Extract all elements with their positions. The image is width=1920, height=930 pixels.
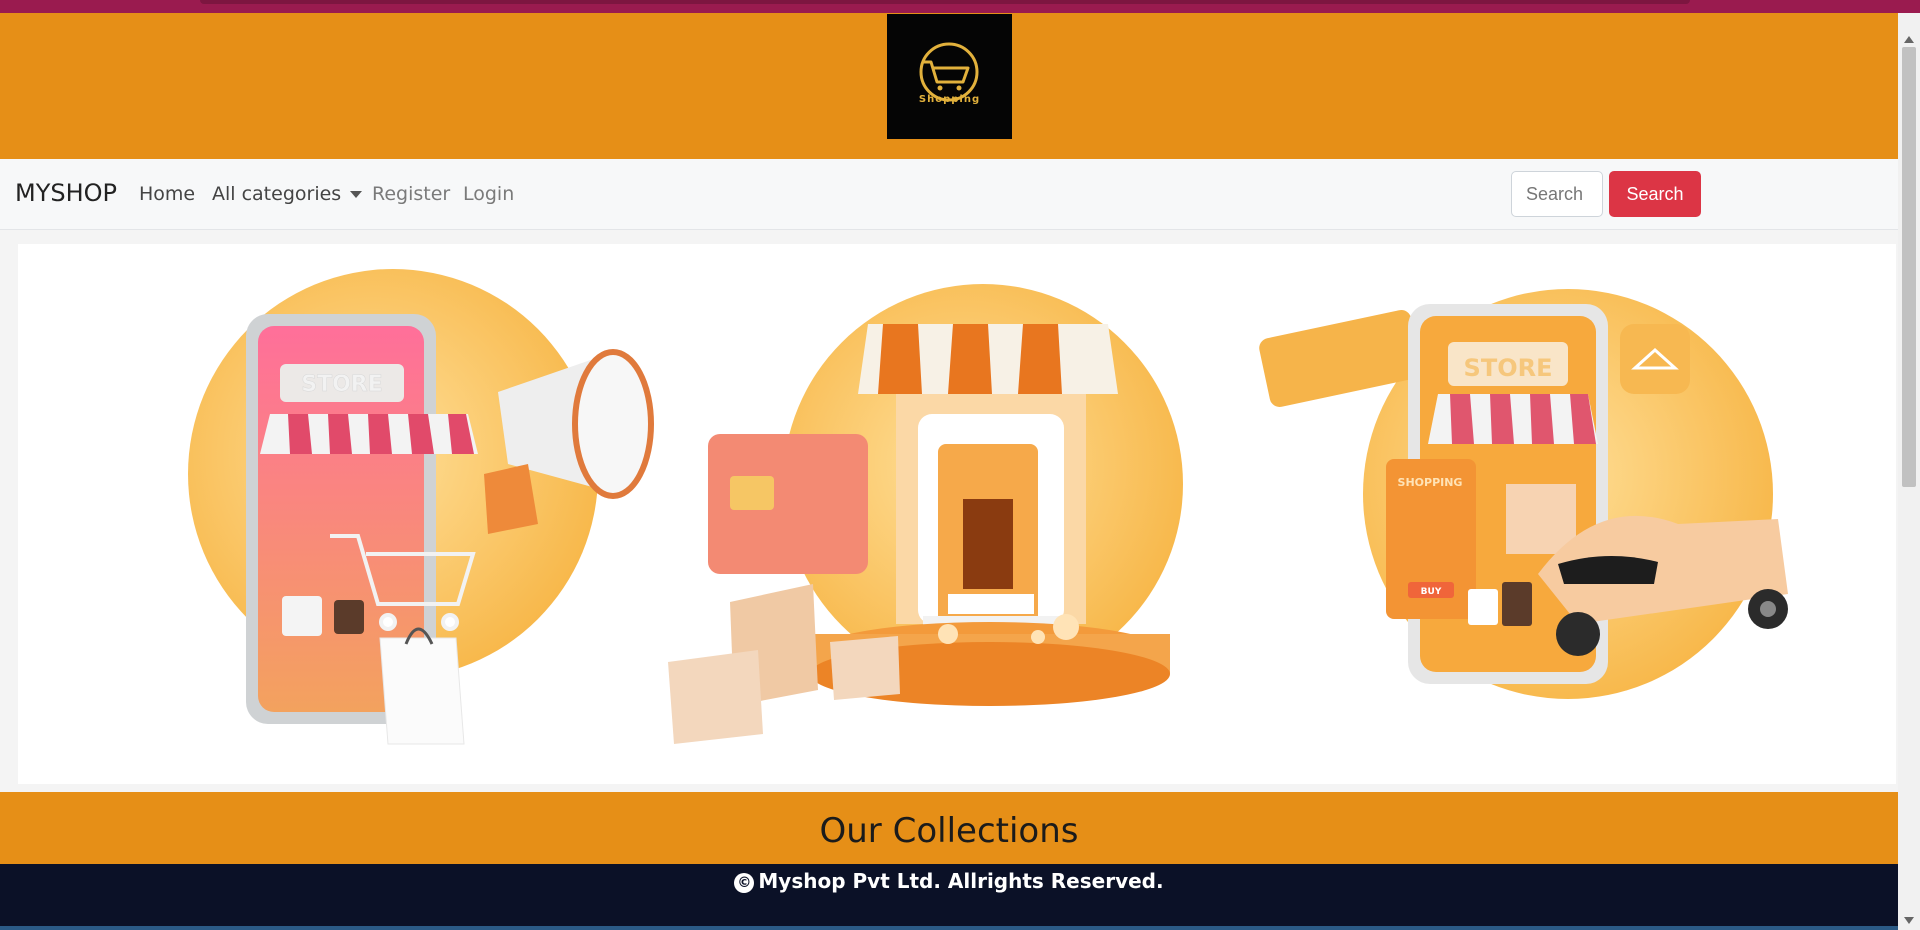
vertical-scrollbar[interactable] [1898, 13, 1920, 930]
scroll-down-icon[interactable] [1904, 917, 1914, 924]
search-input[interactable] [1511, 171, 1603, 217]
header-banner: Shopping [0, 13, 1898, 159]
nav-register[interactable]: Register [372, 183, 450, 205]
hanger-badge [1620, 324, 1690, 394]
nav-all-categories-label: All categories [212, 183, 342, 205]
carousel-frame: STORE STORE SHOPPING BUY [18, 244, 1896, 784]
navbar: MYSHOP Home All categories Register Logi… [0, 159, 1898, 230]
shopping-cart-icon [919, 42, 979, 102]
browser-top-strip [0, 0, 1920, 13]
brand-link[interactable]: MYSHOP [15, 179, 117, 207]
parcel-graphic [1506, 484, 1576, 554]
footer-copyright: © Myshop Pvt Ltd. Allrights Reserved. [734, 869, 1164, 893]
store-sign-text-2: STORE [1464, 354, 1553, 382]
nav-home[interactable]: Home [139, 183, 195, 205]
site-logo[interactable]: Shopping [887, 14, 1012, 139]
scroll-thumb[interactable] [1902, 47, 1916, 487]
scroll-up-icon[interactable] [1904, 36, 1914, 43]
slide-delivery: STORE SHOPPING BUY [1259, 289, 1788, 699]
slide-storefront [668, 284, 1183, 744]
collections-heading: Our Collections [819, 811, 1079, 851]
buy-badge-text: BUY [1421, 587, 1442, 597]
footer-bottom-line [0, 926, 1920, 930]
collections-section: Our Collections [0, 792, 1898, 864]
slide-phone-store: STORE [188, 269, 654, 745]
hero-carousel[interactable]: STORE STORE SHOPPING BUY [0, 230, 1898, 792]
copyright-icon: © [734, 873, 755, 893]
shopping-card-text: SHOPPING [1398, 476, 1463, 489]
chevron-down-icon [350, 191, 363, 198]
footer-text: Myshop Pvt Ltd. Allrights Reserved. [758, 869, 1164, 893]
search-button[interactable]: Search [1609, 171, 1701, 217]
nav-login[interactable]: Login [463, 183, 514, 205]
store-sign-text: STORE [301, 372, 383, 397]
logo-text: Shopping [918, 94, 981, 105]
nav-all-categories[interactable]: All categories [212, 183, 363, 205]
hero-illustration: STORE STORE SHOPPING BUY [188, 269, 1788, 745]
footer: © Myshop Pvt Ltd. Allrights Reserved. [0, 864, 1920, 930]
